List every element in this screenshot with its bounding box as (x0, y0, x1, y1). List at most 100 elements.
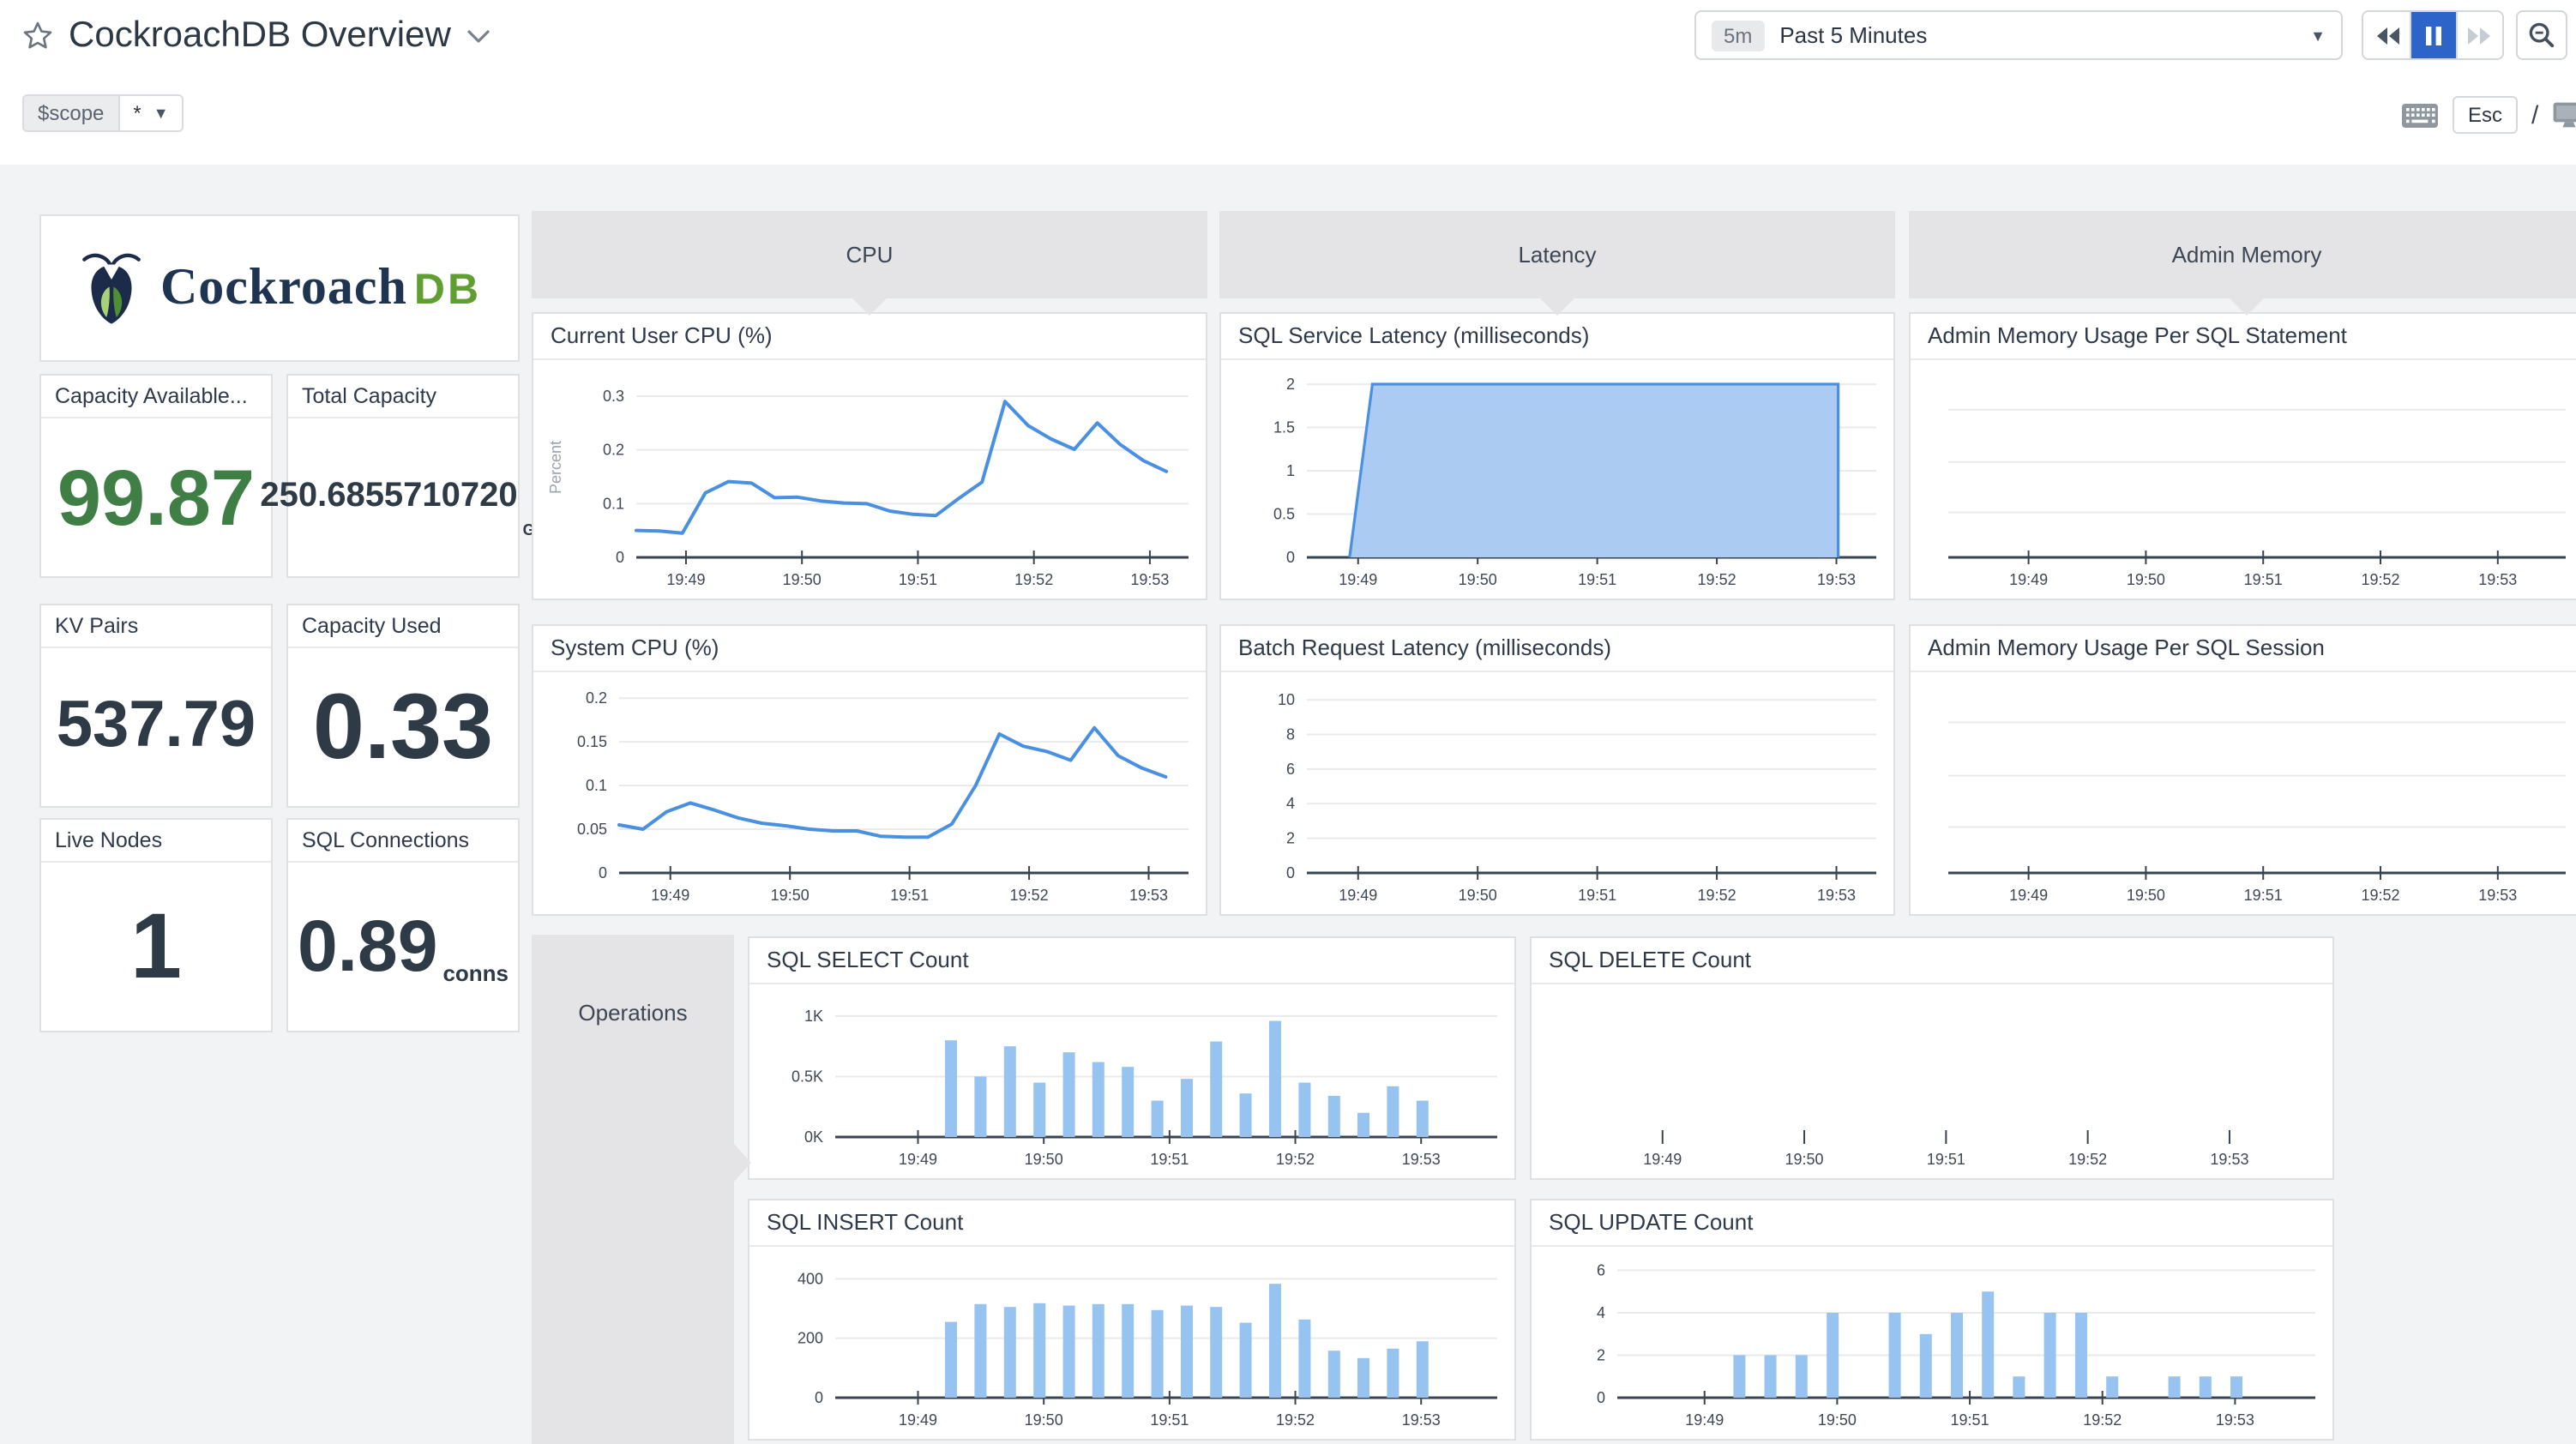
pause-button[interactable] (2410, 12, 2456, 58)
sql-delete-count-chart[interactable]: 19:49 19:50 19:51 19:52 19:53 (1532, 984, 2332, 1178)
chart-title: SQL INSERT Count (749, 1200, 1514, 1247)
group-panel-operations[interactable]: Operations (532, 935, 751, 1444)
group-header-latency[interactable]: Latency (1219, 211, 1895, 316)
favorite-star-icon[interactable] (22, 21, 53, 51)
sql-insert-count-chart[interactable]: 0 200 400 19:49 19:50 19:51 19:52 19:53 (749, 1247, 1514, 1439)
logo-wordmark: Cockroach (159, 259, 407, 316)
rewind-button[interactable] (2363, 12, 2410, 58)
svg-text:6: 6 (1286, 761, 1295, 778)
svg-text:19:50: 19:50 (771, 887, 810, 904)
chevron-down-icon[interactable] (466, 28, 491, 44)
svg-text:0.5K: 0.5K (791, 1068, 823, 1085)
esc-button[interactable]: Esc (2453, 96, 2519, 134)
sql-update-count-chart[interactable]: 0 2 4 6 19:49 19:50 19:51 19:52 19:53 (1532, 1247, 2332, 1439)
svg-text:19:52: 19:52 (2361, 571, 2399, 588)
svg-text:0.05: 0.05 (577, 821, 607, 838)
group-header-tail (2228, 297, 2266, 316)
svg-text:19:51: 19:51 (2244, 571, 2283, 588)
stat-title: Capacity Available... (41, 376, 271, 418)
group-label: Operations (578, 1000, 688, 1026)
svg-text:1.5: 1.5 (1273, 419, 1295, 436)
svg-text:6: 6 (1597, 1261, 1605, 1279)
svg-text:19:49: 19:49 (899, 1151, 937, 1168)
svg-text:19:49: 19:49 (666, 571, 705, 588)
svg-text:19:49: 19:49 (2009, 571, 2048, 588)
time-range-selector[interactable]: 5m Past 5 Minutes ▼ (1694, 10, 2343, 60)
svg-text:19:53: 19:53 (1130, 571, 1169, 588)
sql-select-count-chart[interactable]: 0K 0.5K 1K 19:49 19:50 19:51 19:52 19:53 (749, 984, 1514, 1178)
stat-title: Live Nodes (41, 820, 271, 863)
current-user-cpu-chart[interactable]: 0 0.1 0.2 0.3 19:49 19:50 19:51 19:52 19:53 Perce… (533, 360, 1206, 599)
batch-request-latency-chart[interactable]: 0 2 4 6 8 10 19:49 19:50 19:51 19:52 19:53 (1221, 672, 1893, 914)
scope-value: * (133, 101, 141, 125)
cockroachdb-logo-card: Cockroach DB (39, 214, 520, 362)
svg-text:0K: 0K (804, 1128, 823, 1146)
svg-text:0.15: 0.15 (577, 733, 607, 750)
svg-text:19:50: 19:50 (1785, 1151, 1824, 1168)
system-cpu-chart[interactable]: 0 0.05 0.1 0.15 0.2 19:49 19:50 19:51 19:52 19:53 (533, 672, 1206, 914)
stat-card-sql-connections: SQL Connections 0.89 conns (286, 818, 520, 1032)
stat-value: 99.87 (57, 452, 256, 541)
svg-text:19:53: 19:53 (2210, 1151, 2248, 1168)
chart-card-sql-insert-count: SQL INSERT Count 0 200 400 19:49 19:50 19:51 1… (748, 1199, 1516, 1441)
stat-card-capacity-used: Capacity Used 0.33 (286, 604, 520, 808)
svg-text:19:51: 19:51 (1578, 571, 1616, 588)
admin-memory-session-chart[interactable]: 19:49 19:50 19:51 19:52 19:53 (1911, 672, 2576, 914)
group-header-admin-memory[interactable]: Admin Memory (1909, 211, 2576, 316)
chart-card-sql-select-count: SQL SELECT Count 0K 0.5K 1K 19:49 19:50 19:51… (748, 936, 1516, 1180)
stat-title: Capacity Used (288, 605, 518, 648)
svg-text:0: 0 (1597, 1389, 1605, 1406)
chart-title: SQL Service Latency (milliseconds) (1221, 314, 1893, 360)
svg-text:0.2: 0.2 (586, 689, 607, 707)
template-variable-scope[interactable]: $scope * ▼ (22, 94, 184, 132)
svg-text:19:50: 19:50 (1025, 1151, 1063, 1168)
svg-text:19:49: 19:49 (1685, 1411, 1724, 1429)
scope-label: $scope (24, 96, 118, 130)
svg-text:200: 200 (797, 1330, 823, 1347)
svg-text:19:53: 19:53 (1402, 1151, 1441, 1168)
svg-text:19:51: 19:51 (1951, 1411, 1989, 1429)
svg-text:0: 0 (616, 549, 624, 566)
svg-text:0.2: 0.2 (603, 442, 624, 459)
chart-title: Admin Memory Usage Per SQL Statement (1911, 314, 2576, 360)
sql-service-latency-chart[interactable]: 0 0.5 1 1.5 2 19:49 19:50 19:51 19:52 19:53 (1221, 360, 1893, 599)
shortcut-row: Esc / (2401, 94, 2576, 135)
svg-text:19:51: 19:51 (1578, 887, 1616, 904)
fullscreen-monitor-icon[interactable] (2552, 101, 2576, 129)
svg-text:19:53: 19:53 (2478, 887, 2517, 904)
chart-title: Batch Request Latency (milliseconds) (1221, 626, 1893, 672)
group-label: Latency (1518, 242, 1597, 268)
svg-text:1: 1 (1286, 462, 1295, 479)
svg-text:19:50: 19:50 (783, 571, 822, 588)
forward-button[interactable] (2456, 12, 2502, 58)
group-header-cpu[interactable]: CPU (532, 211, 1207, 316)
svg-text:19:52: 19:52 (1276, 1151, 1315, 1168)
svg-text:19:49: 19:49 (651, 887, 689, 904)
stat-card-capacity-available: Capacity Available... 99.87 (39, 374, 273, 578)
zoom-out-button[interactable] (2516, 10, 2567, 60)
svg-text:2: 2 (1286, 830, 1295, 847)
chart-title: SQL SELECT Count (749, 938, 1514, 984)
keyboard-icon[interactable] (2401, 102, 2439, 128)
admin-memory-statement-chart[interactable]: 19:49 19:50 19:51 19:52 19:53 (1911, 360, 2576, 599)
svg-text:19:52: 19:52 (2361, 887, 2399, 904)
stat-value: 0.33 (312, 675, 494, 778)
svg-text:19:53: 19:53 (1402, 1411, 1441, 1429)
logo-db-suffix: DB (413, 266, 482, 314)
group-header-tail (1538, 297, 1576, 316)
svg-text:19:52: 19:52 (1010, 887, 1049, 904)
time-playback-controls (2362, 10, 2504, 60)
svg-text:0: 0 (1286, 549, 1295, 566)
scope-value-dropdown[interactable]: * ▼ (117, 96, 183, 130)
svg-text:19:52: 19:52 (1276, 1411, 1315, 1429)
svg-text:19:53: 19:53 (1817, 887, 1856, 904)
svg-text:19:50: 19:50 (2127, 571, 2165, 588)
chart-title: SQL DELETE Count (1532, 938, 2332, 984)
dashboard-page: CockroachDB Overview 5m Past 5 Minutes ▼… (0, 0, 2576, 1444)
svg-text:19:49: 19:49 (1339, 887, 1377, 904)
slash-separator: / (2531, 100, 2539, 129)
svg-text:19:51: 19:51 (890, 887, 929, 904)
chart-title: System CPU (%) (533, 626, 1206, 672)
chevron-down-icon: ▼ (153, 105, 169, 122)
svg-text:1K: 1K (804, 1008, 823, 1025)
